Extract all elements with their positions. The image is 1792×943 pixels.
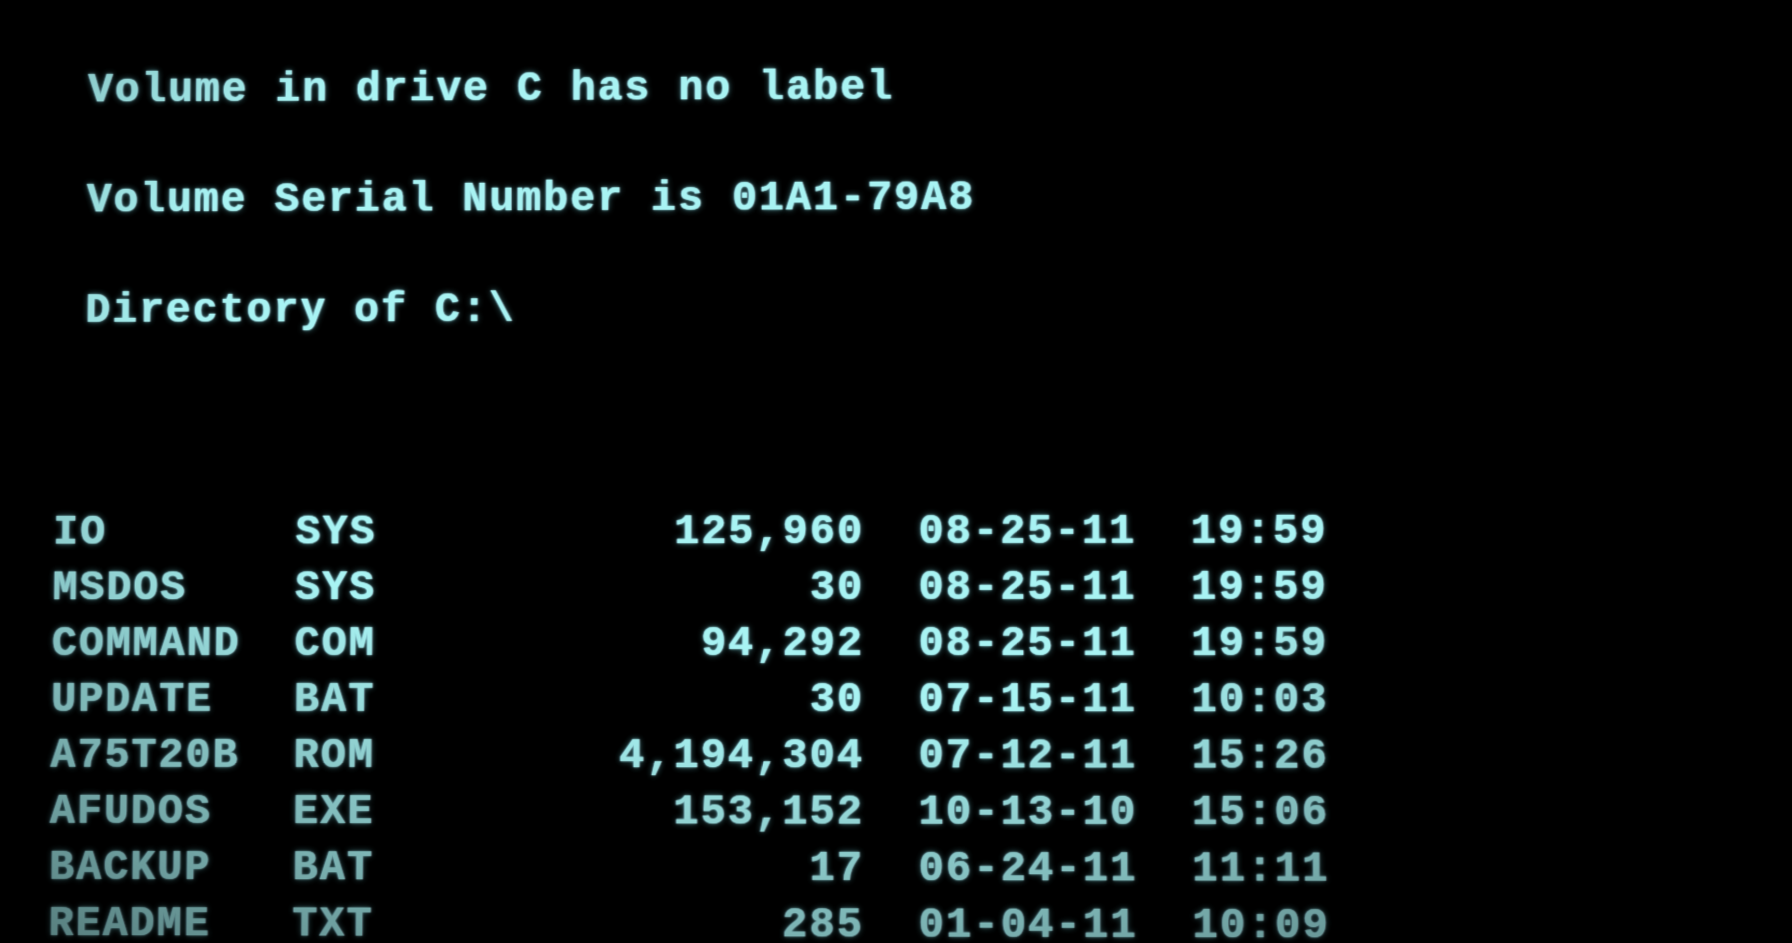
file-row: BACKUP BAT 17 06-24-11 11:11 xyxy=(49,840,1792,899)
dos-terminal[interactable]: Volume in drive C has no label Volume Se… xyxy=(0,1,1792,943)
serial-line: Volume Serial Number is 01A1-79A8 xyxy=(57,168,1792,228)
file-row: UPDATE BAT 30 07-15-11 10:03 xyxy=(51,672,1792,729)
file-row: AFUDOS EXE 153,152 10-13-10 15:06 xyxy=(50,784,1792,842)
blank-line xyxy=(54,391,1792,449)
file-row: MSDOS SYS 30 08-25-11 19:59 xyxy=(52,559,1792,616)
directory-line: Directory of C:\ xyxy=(56,279,1792,338)
file-row: README TXT 285 01-04-11 10:09 xyxy=(48,896,1792,943)
file-listing: IO SYS 125,960 08-25-11 19:59MSDOS SYS 3… xyxy=(48,503,1792,943)
file-row: IO SYS 125,960 08-25-11 19:59 xyxy=(53,503,1792,560)
file-row: A75T20B ROM 4,194,304 07-12-11 15:26 xyxy=(50,728,1792,785)
volume-line: Volume in drive C has no label xyxy=(58,57,1791,118)
file-row: COMMAND COM 94,292 08-25-11 19:59 xyxy=(52,616,1792,672)
